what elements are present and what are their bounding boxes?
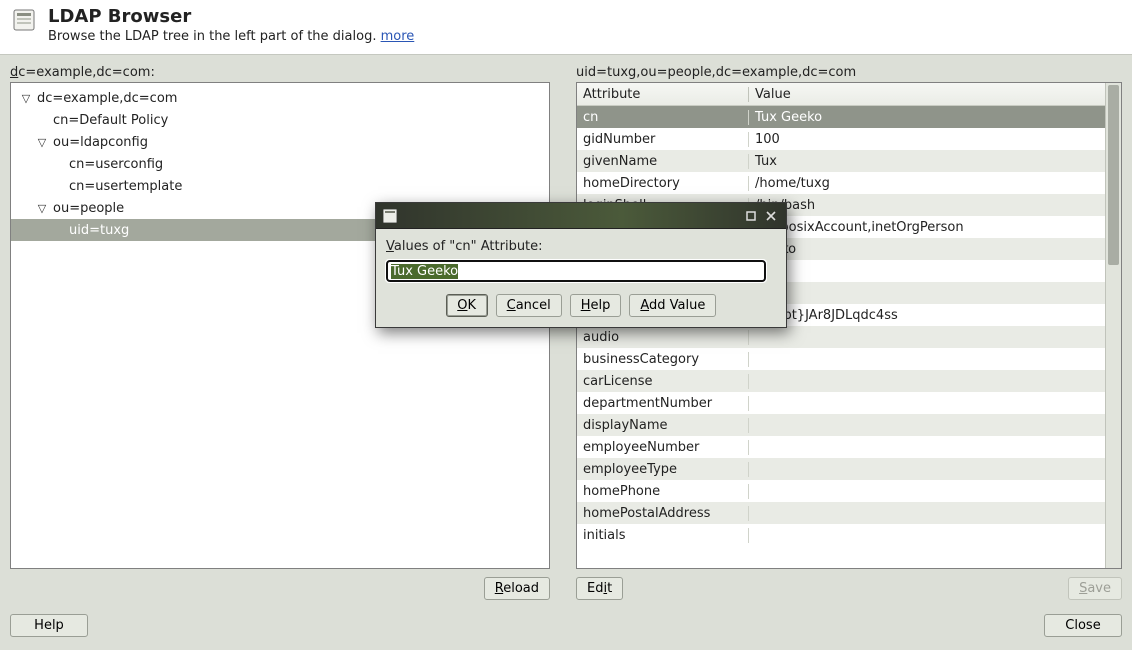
attr-value-cell: top,posixAccount,inetOrgPerson — [749, 220, 1105, 235]
attr-value-cell: Tux — [749, 154, 1105, 169]
attr-value-cell: /bin/bash — [749, 198, 1105, 213]
add-value-button[interactable]: Add Value — [629, 294, 716, 317]
attr-row[interactable]: homeDirectory/home/tuxg — [577, 172, 1105, 194]
attr-row[interactable]: gidNumber100 — [577, 128, 1105, 150]
edit-button[interactable]: Edit — [576, 577, 623, 600]
attr-row[interactable]: audio — [577, 326, 1105, 348]
tree-node-label: cn=usertemplate — [65, 179, 182, 194]
page-subtitle: Browse the LDAP tree in the left part of… — [48, 29, 414, 44]
attr-value-cell: {crypt}JAr8JDLqdc4ss — [749, 308, 1105, 323]
tree-node-label: dc=example,dc=com — [33, 91, 177, 106]
attrs-caption: uid=tuxg,ou=people,dc=example,dc=com — [576, 63, 1122, 82]
attr-name-cell: givenName — [577, 154, 749, 169]
tree-node[interactable]: ▽cn=Default Policy — [11, 109, 549, 131]
tree-node-label: ou=ldapconfig — [49, 135, 148, 150]
tree-node-label: uid=tuxg — [65, 223, 129, 238]
attr-value-cell: 1001 — [749, 286, 1105, 301]
more-link[interactable]: more — [381, 29, 415, 44]
tree-node-label: cn=userconfig — [65, 157, 163, 172]
attr-header-value: Value — [749, 87, 1105, 102]
dialog-prompt: Values of "cn" Attribute: — [386, 239, 776, 254]
attr-name-cell: initials — [577, 528, 749, 543]
close-button[interactable]: Close — [1044, 614, 1122, 637]
scrollbar-thumb[interactable] — [1108, 85, 1119, 265]
attribute-value-input[interactable] — [386, 260, 766, 282]
attr-name-cell: carLicense — [577, 374, 749, 389]
dialog-titlebar[interactable] — [376, 203, 786, 229]
dialog-help-button[interactable]: Help — [570, 294, 622, 317]
dialog-app-icon — [382, 208, 398, 224]
attr-row[interactable]: displayName — [577, 414, 1105, 436]
attr-name-cell: displayName — [577, 418, 749, 433]
tree-caption: dc=example,dc=com: — [10, 63, 550, 82]
help-button[interactable]: Help — [10, 614, 88, 637]
attr-header-attribute: Attribute — [577, 87, 749, 102]
tree-node[interactable]: ▽ou=ldapconfig — [11, 131, 549, 153]
attr-scrollbar[interactable] — [1105, 83, 1121, 568]
attr-row[interactable]: employeeType — [577, 458, 1105, 480]
attr-name-cell: homeDirectory — [577, 176, 749, 191]
cancel-button[interactable]: Cancel — [496, 294, 562, 317]
attr-row[interactable]: homePostalAddress — [577, 502, 1105, 524]
reload-button[interactable]: Reload — [484, 577, 550, 600]
maximize-icon[interactable] — [742, 208, 760, 224]
attr-row[interactable]: givenNameTux — [577, 150, 1105, 172]
tree-node-label: ou=people — [49, 201, 124, 216]
app-icon — [10, 6, 38, 34]
attr-value-cell: 100 — [749, 132, 1105, 147]
attr-value-cell: Geeko — [749, 242, 1105, 257]
save-button[interactable]: Save — [1068, 577, 1122, 600]
attr-table-header: Attribute Value — [577, 83, 1105, 106]
attr-name-cell: homePhone — [577, 484, 749, 499]
attr-row[interactable]: cnTux Geeko — [577, 106, 1105, 128]
expand-icon[interactable]: ▽ — [35, 201, 49, 215]
attr-name-cell: homePostalAddress — [577, 506, 749, 521]
header-bar: LDAP Browser Browse the LDAP tree in the… — [0, 0, 1132, 55]
attr-value-cell: Tux Geeko — [749, 110, 1105, 125]
attr-row[interactable]: businessCategory — [577, 348, 1105, 370]
expand-icon[interactable]: ▽ — [35, 135, 49, 149]
attr-name-cell: employeeType — [577, 462, 749, 477]
attr-row[interactable]: carLicense — [577, 370, 1105, 392]
attr-value-cell: /home/tuxg — [749, 176, 1105, 191]
tree-node[interactable]: ▽cn=userconfig — [11, 153, 549, 175]
attr-name-cell: gidNumber — [577, 132, 749, 147]
attr-name-cell: employeeNumber — [577, 440, 749, 455]
page-title: LDAP Browser — [48, 6, 414, 27]
attr-name-cell: businessCategory — [577, 352, 749, 367]
attr-value-cell: tuxg — [749, 264, 1105, 279]
attr-row[interactable]: initials — [577, 524, 1105, 546]
attr-name-cell: departmentNumber — [577, 396, 749, 411]
edit-attribute-dialog: Values of "cn" Attribute: OK Cancel Help… — [375, 202, 787, 328]
ok-button[interactable]: OK — [446, 294, 488, 317]
attr-row[interactable]: departmentNumber — [577, 392, 1105, 414]
attr-name-cell: audio — [577, 330, 749, 345]
attr-name-cell: cn — [577, 110, 749, 125]
expand-icon[interactable]: ▽ — [19, 91, 33, 105]
tree-node[interactable]: ▽dc=example,dc=com — [11, 87, 549, 109]
tree-node-label: cn=Default Policy — [49, 113, 168, 128]
tree-node[interactable]: ▽cn=usertemplate — [11, 175, 549, 197]
close-icon[interactable] — [762, 208, 780, 224]
attr-row[interactable]: employeeNumber — [577, 436, 1105, 458]
attr-row[interactable]: homePhone — [577, 480, 1105, 502]
